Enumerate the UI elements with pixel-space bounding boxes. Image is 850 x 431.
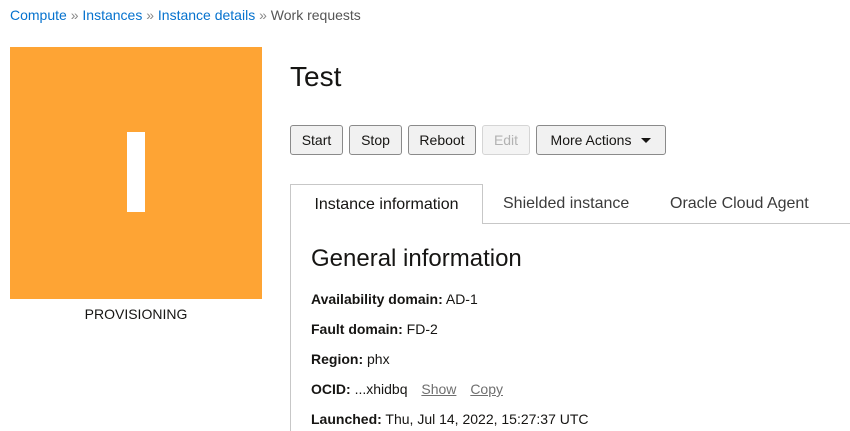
launched-row: Launched: Thu, Jul 14, 2022, 15:27:37 UT… (311, 411, 589, 427)
launched-label: Launched: (311, 411, 382, 427)
availability-domain-value: AD-1 (445, 291, 478, 307)
breadcrumb: Compute » Instances » Instance details »… (10, 7, 361, 23)
availability-domain-label: Availability domain: (311, 291, 443, 307)
breadcrumb-separator: » (70, 7, 79, 23)
reboot-button[interactable]: Reboot (408, 125, 476, 155)
tab-oracle-cloud-agent[interactable]: Oracle Cloud Agent (670, 184, 809, 224)
stop-button[interactable]: Stop (349, 125, 402, 155)
fault-domain-value: FD-2 (406, 321, 438, 337)
breadcrumb-instances[interactable]: Instances (82, 7, 142, 23)
breadcrumb-current: Work requests (270, 7, 361, 23)
instance-letter-mark (127, 132, 145, 212)
section-title: General information (311, 245, 522, 272)
edit-button[interactable]: Edit (482, 125, 530, 155)
tab-instance-information[interactable]: Instance information (290, 184, 483, 224)
instance-tile (10, 47, 262, 299)
tab-shielded-instance[interactable]: Shielded instance (503, 184, 629, 224)
breadcrumb-separator: » (259, 7, 267, 23)
region-label: Region: (311, 351, 364, 367)
breadcrumb-instance-details[interactable]: Instance details (158, 7, 255, 23)
fault-domain-label: Fault domain: (311, 321, 403, 337)
instance-status: PROVISIONING (84, 306, 188, 322)
launched-value: Thu, Jul 14, 2022, 15:27:37 UTC (385, 411, 589, 427)
region-row: Region: phx (311, 351, 390, 367)
ocid-label: OCID: (311, 381, 351, 397)
page-title: Test (290, 61, 342, 92)
tab-bar: Instance information Shielded instance O… (290, 184, 850, 224)
breadcrumb-separator: » (146, 7, 155, 23)
more-actions-button[interactable]: More Actions (536, 125, 666, 155)
availability-domain-row: Availability domain: AD-1 (311, 291, 478, 307)
ocid-show-link[interactable]: Show (421, 381, 456, 397)
ocid-row: OCID: ...xhidbq Show Copy (311, 381, 503, 397)
start-button[interactable]: Start (290, 125, 343, 155)
region-value: phx (367, 351, 390, 367)
fault-domain-row: Fault domain: FD-2 (311, 321, 438, 337)
caret-down-icon (641, 137, 652, 143)
more-actions-label: More Actions (550, 132, 632, 148)
breadcrumb-compute[interactable]: Compute (10, 7, 67, 23)
ocid-value: ...xhidbq (354, 381, 408, 397)
ocid-copy-link[interactable]: Copy (470, 381, 503, 397)
